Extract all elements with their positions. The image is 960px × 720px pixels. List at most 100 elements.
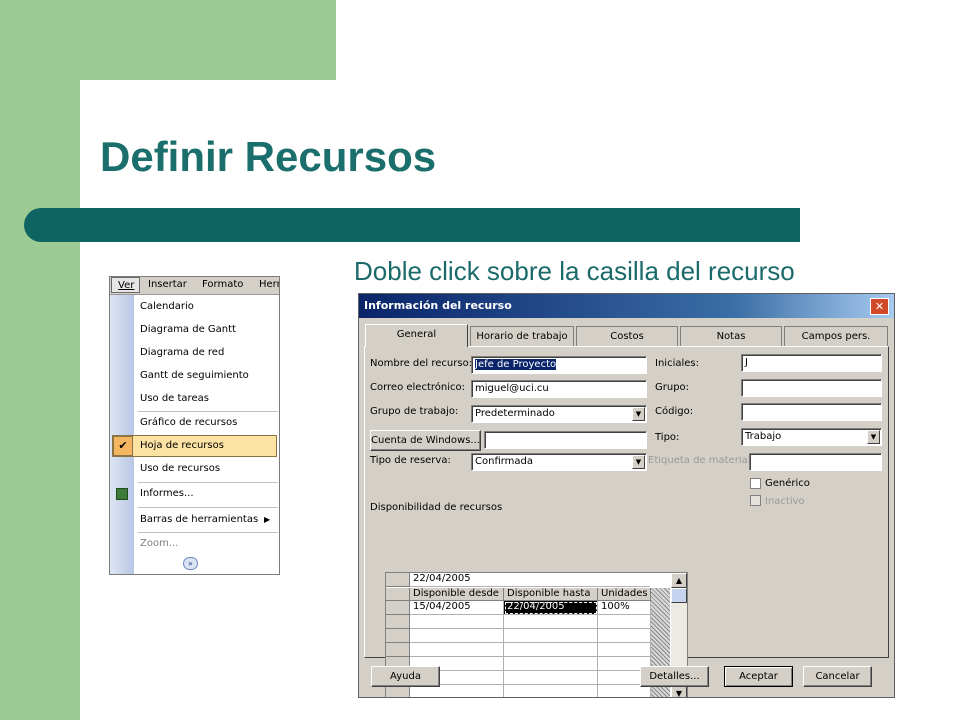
grid-cell[interactable] xyxy=(504,615,598,629)
grid-cell[interactable]: 15/04/2005 xyxy=(410,601,504,615)
menu-item-uso-recursos[interactable]: Uso de recursos xyxy=(140,463,220,474)
grid-column-header: Disponible hasta xyxy=(504,588,598,601)
chevron-down-icon[interactable]: ▼ xyxy=(632,407,645,421)
label-tipo: Tipo: xyxy=(655,432,680,443)
grid-row-header xyxy=(386,643,410,657)
grid-edit-bar[interactable]: 22/04/2005 xyxy=(410,573,650,587)
iniciales-field[interactable]: J xyxy=(741,354,882,372)
codigo-field[interactable] xyxy=(741,403,882,421)
grid-row-header xyxy=(386,601,410,615)
grid-row-header xyxy=(386,629,410,643)
general-tab-panel: Nombre del recurso: Jefe de Proyecto Cor… xyxy=(364,346,889,697)
cancelar-button[interactable]: Cancelar xyxy=(803,666,872,687)
generico-checkbox[interactable] xyxy=(750,478,761,489)
menu-item-grafico-recursos[interactable]: Gráfico de recursos xyxy=(140,417,237,428)
cuenta-windows-button[interactable]: Cuenta de Windows... xyxy=(370,430,481,451)
menu-item-calendario[interactable]: Calendario xyxy=(140,301,194,312)
menu-item-hoja-recursos[interactable]: Hoja de recursos xyxy=(140,440,224,451)
tab-costos[interactable]: Costos xyxy=(576,326,678,346)
grid-cell[interactable] xyxy=(410,615,504,629)
grid-cell[interactable]: 100% xyxy=(598,601,651,615)
label-codigo: Código: xyxy=(655,406,694,417)
menu-separator xyxy=(138,507,278,508)
tab-campos-pers[interactable]: Campos pers. xyxy=(784,326,888,346)
grupo-field[interactable] xyxy=(741,379,882,397)
grid-row-header xyxy=(386,615,410,629)
aceptar-button[interactable]: Aceptar xyxy=(724,666,793,687)
detalles-button[interactable]: Detalles... xyxy=(640,666,709,687)
scroll-down-icon[interactable]: ▼ xyxy=(671,686,687,697)
tab-notas[interactable]: Notas xyxy=(680,326,782,346)
label-tipo-reserva: Tipo de reserva: xyxy=(370,455,451,466)
chevron-down-icon[interactable]: ▼ xyxy=(632,455,645,469)
expand-chevron-icon[interactable]: » xyxy=(183,557,198,570)
grupo-trabajo-select[interactable]: Predeterminado ▼ xyxy=(471,405,647,423)
label-etiqueta-material: Etiqueta de material: xyxy=(648,455,754,466)
menu-item-diagrama-gantt[interactable]: Diagrama de Gantt xyxy=(140,324,236,335)
slide-title: Definir Recursos xyxy=(100,133,437,180)
tipo-reserva-select[interactable]: Confirmada ▼ xyxy=(471,453,647,471)
menu-item-gantt-seguimiento[interactable]: Gantt de seguimiento xyxy=(140,370,249,381)
menu-separator xyxy=(138,482,278,483)
ayuda-button[interactable]: Ayuda xyxy=(371,666,440,687)
grid-cell[interactable] xyxy=(504,629,598,643)
grid-header-corner xyxy=(386,588,410,601)
slide-subtitle: Doble click sobre la casilla del recurso xyxy=(354,256,795,286)
label-iniciales: Iniciales: xyxy=(655,358,699,369)
view-menu-screenshot: Ver Insertar Formato Herr ✔ Calendario D… xyxy=(109,276,280,575)
menu-formato[interactable]: Formato xyxy=(202,279,243,290)
grid-cell[interactable] xyxy=(504,643,598,657)
grid-cell[interactable] xyxy=(410,629,504,643)
grid-column-header: Disponible desde xyxy=(410,588,504,601)
resource-info-dialog: Información del recurso ✕ General Horari… xyxy=(358,293,895,698)
menu-item-informes[interactable]: Informes... xyxy=(140,488,194,499)
grid-corner xyxy=(386,573,410,587)
grid-cell[interactable] xyxy=(504,657,598,671)
menu-insertar[interactable]: Insertar xyxy=(148,279,187,290)
menu-bar: Ver Insertar Formato Herr xyxy=(110,277,279,295)
grid-cell[interactable] xyxy=(504,685,598,697)
tab-general[interactable]: General xyxy=(365,324,468,347)
inactivo-checkbox[interactable] xyxy=(750,495,761,506)
dialog-title: Información del recurso xyxy=(364,299,512,312)
grid-cell[interactable] xyxy=(410,643,504,657)
menu-separator xyxy=(138,411,278,412)
title-underline-bar xyxy=(24,208,800,242)
grid-cell[interactable]: 22/04/2005 xyxy=(504,601,598,615)
close-icon[interactable]: ✕ xyxy=(870,298,889,315)
label-grupo: Grupo: xyxy=(655,382,690,393)
menu-item-uso-tareas[interactable]: Uso de tareas xyxy=(140,393,209,404)
label-generico: Genérico xyxy=(765,478,810,489)
label-grupo-trabajo: Grupo de trabajo: xyxy=(370,406,459,417)
email-field[interactable]: miguel@uci.cu xyxy=(471,380,647,398)
check-icon: ✔ xyxy=(113,436,133,456)
cuenta-windows-field[interactable] xyxy=(484,431,647,449)
submenu-arrow-icon: ▶ xyxy=(264,515,271,524)
dialog-title-bar[interactable]: Información del recurso ✕ xyxy=(359,294,894,318)
grid-cell[interactable] xyxy=(598,643,651,657)
chevron-down-icon[interactable]: ▼ xyxy=(867,430,880,444)
etiqueta-material-field[interactable] xyxy=(749,453,882,471)
menu-separator xyxy=(138,532,278,533)
green-sidebar-decoration xyxy=(0,0,80,720)
menu-item-diagrama-red[interactable]: Diagrama de red xyxy=(140,347,224,358)
menu-ver[interactable]: Ver xyxy=(111,277,140,293)
grid-cell[interactable] xyxy=(598,629,651,643)
grid-column-header: Unidades xyxy=(598,588,651,601)
menu-item-zoom[interactable]: Zoom... xyxy=(140,538,178,549)
grid-cell[interactable] xyxy=(504,671,598,685)
grid-cell[interactable] xyxy=(598,615,651,629)
green-top-block-decoration xyxy=(80,0,336,80)
scroll-up-icon[interactable]: ▲ xyxy=(671,573,687,588)
scroll-thumb[interactable] xyxy=(671,588,687,603)
menu-herramientas[interactable]: Herr xyxy=(259,279,279,290)
label-disponibilidad: Disponibilidad de recursos xyxy=(370,502,503,513)
label-inactivo: Inactivo xyxy=(765,496,805,507)
menu-item-barras-herramientas[interactable]: Barras de herramientas xyxy=(140,514,258,525)
nombre-field[interactable]: Jefe de Proyecto xyxy=(471,356,647,374)
tab-horario-trabajo[interactable]: Horario de trabajo xyxy=(470,326,574,346)
reports-icon xyxy=(116,488,128,500)
tipo-select[interactable]: Trabajo ▼ xyxy=(741,428,882,446)
label-nombre: Nombre del recurso: xyxy=(370,358,473,369)
label-correo: Correo electrónico: xyxy=(370,382,465,393)
